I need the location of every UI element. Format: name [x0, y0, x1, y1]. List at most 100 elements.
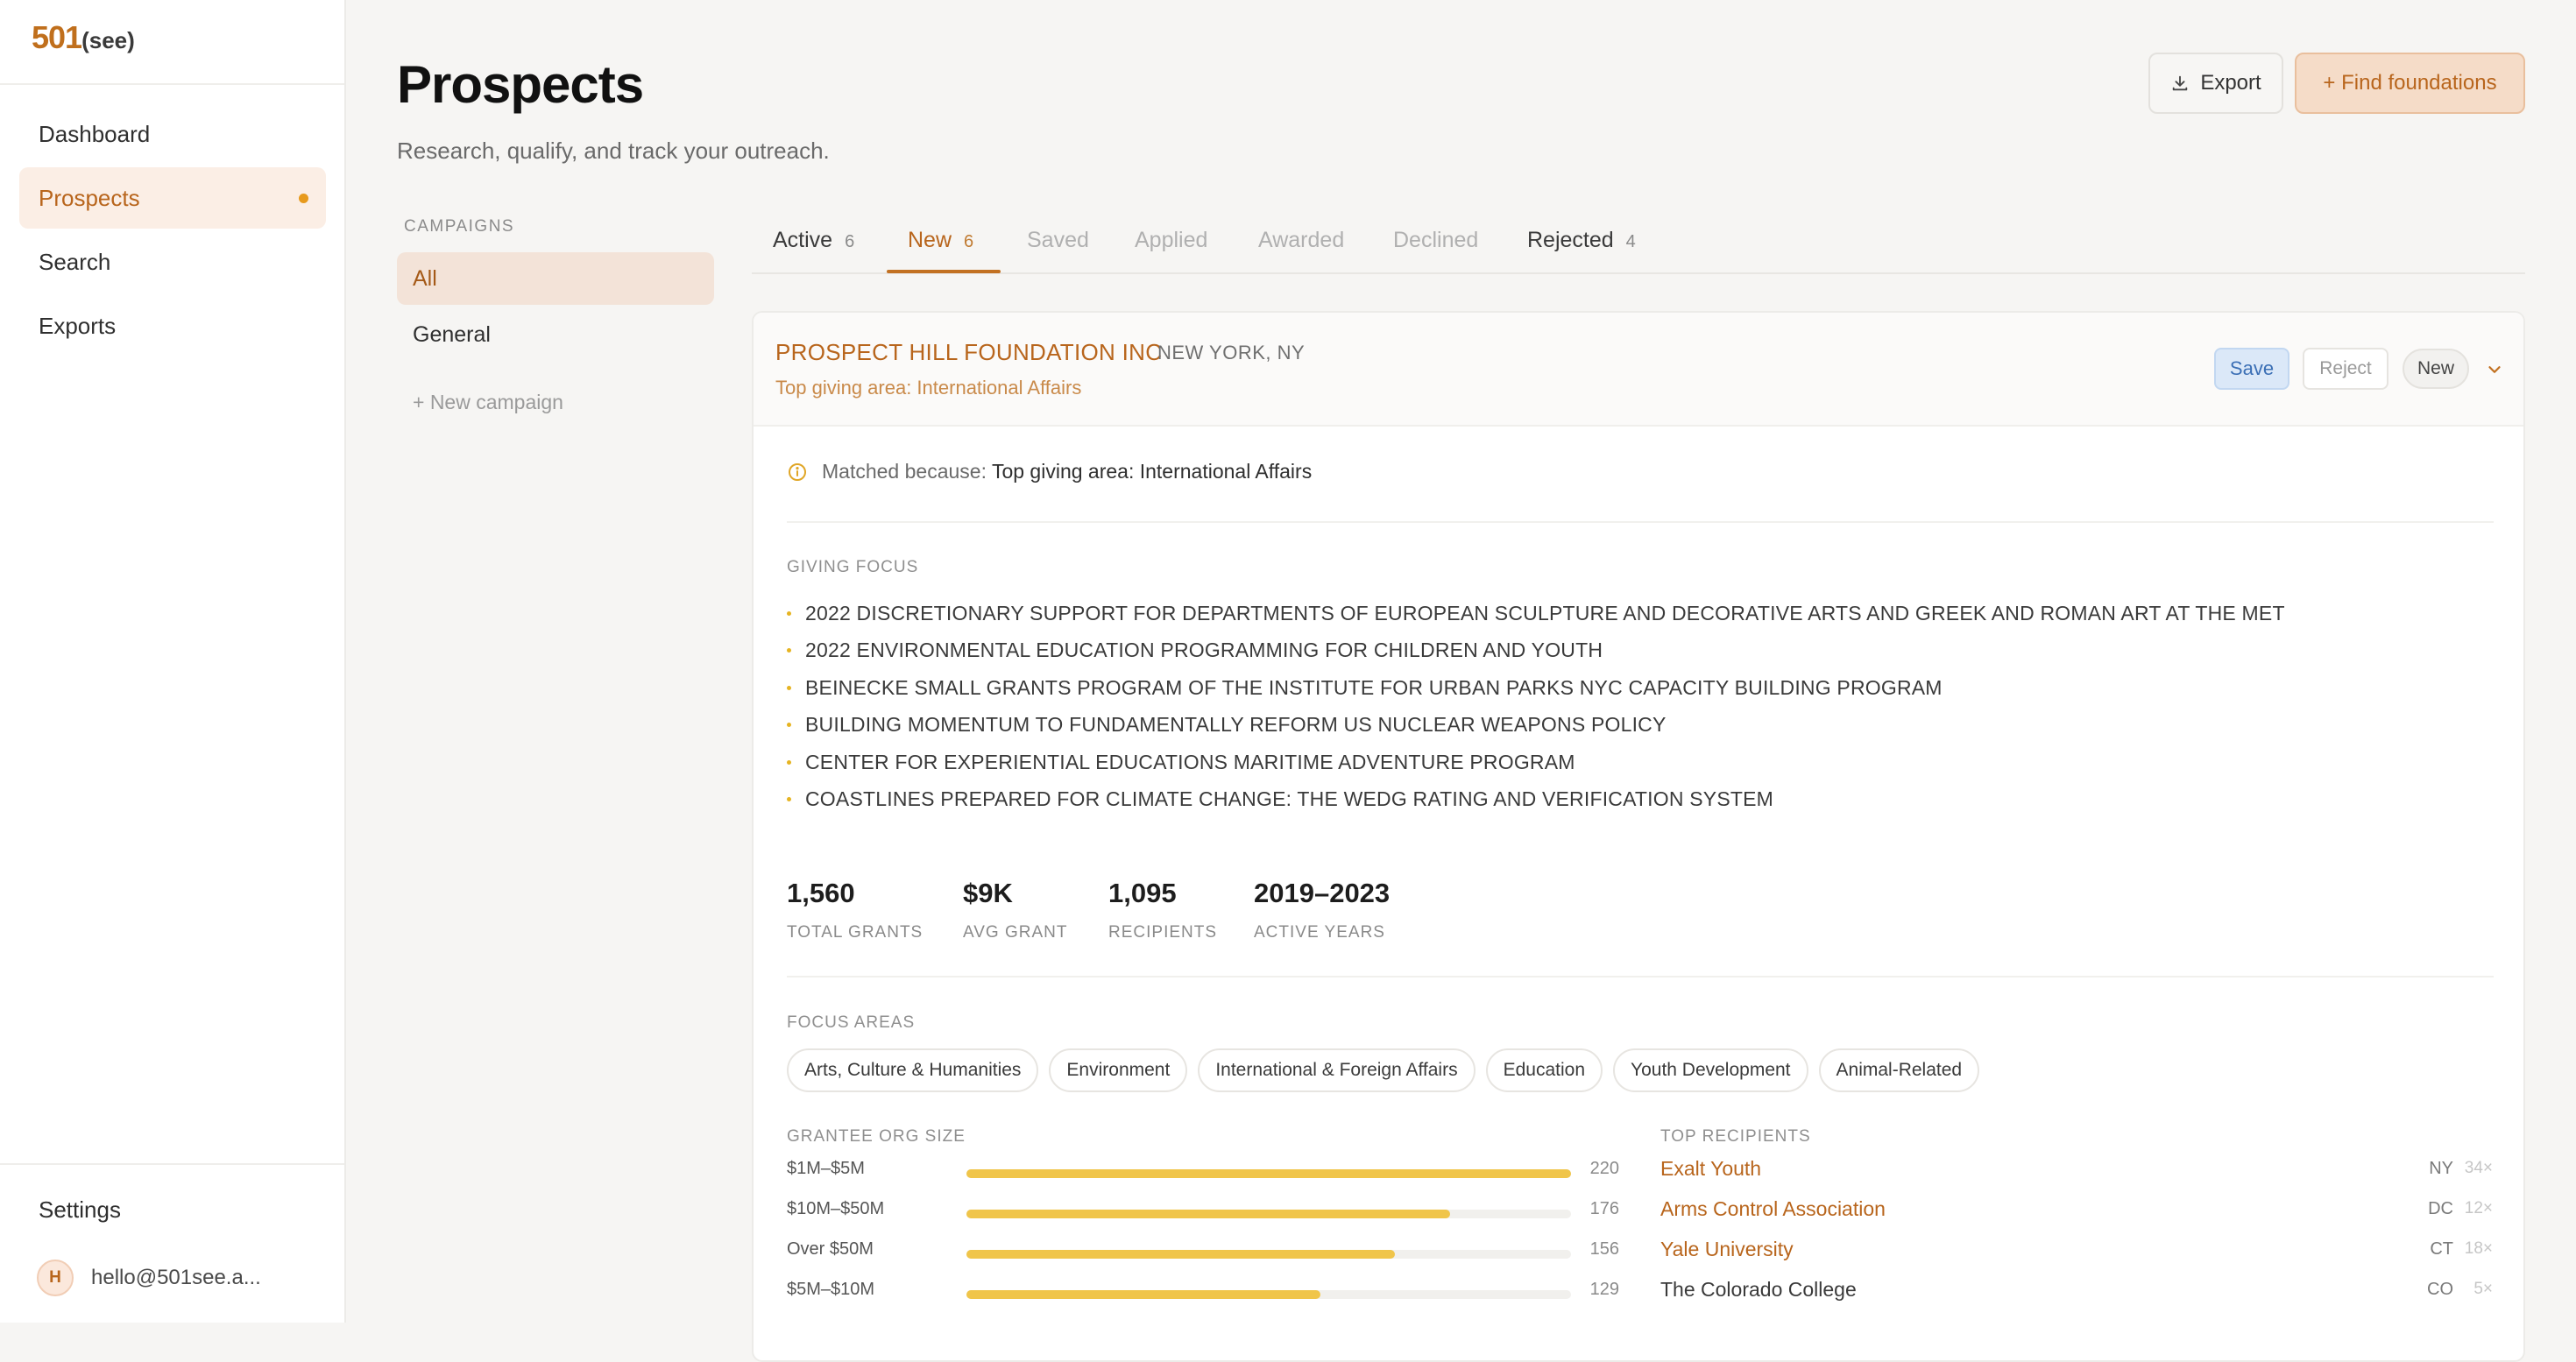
- grantee-size-bars: $1M–$5M 220 $10M–$50M 176 Over $50M 156 …: [787, 1154, 1619, 1315]
- active-tab-indicator: [887, 270, 1001, 273]
- recipient-link[interactable]: Exalt Youth: [1660, 1157, 1761, 1181]
- top-recipients-list: Exalt Youth NY 34× Arms Control Associat…: [1660, 1154, 2493, 1315]
- prospect-stats: 1,560 TOTAL GRANTS $9K AVG GRANT 1,095 R…: [787, 878, 1429, 942]
- campaign-item-general[interactable]: General: [397, 308, 714, 361]
- grantee-size-heading: GRANTEE ORG SIZE: [787, 1127, 966, 1146]
- size-bar-fill: [966, 1210, 1450, 1218]
- recipient-link[interactable]: Arms Control Association: [1660, 1197, 1886, 1221]
- user-email: hello@501see.a...: [91, 1266, 261, 1289]
- reject-button[interactable]: Reject: [2303, 348, 2388, 390]
- size-bar-row: $5M–$10M 129: [787, 1274, 1619, 1315]
- tab-label: Declined: [1393, 228, 1479, 252]
- recipient-state: CO: [2427, 1280, 2453, 1299]
- export-button[interactable]: Export: [2148, 53, 2283, 114]
- tab-count: 6: [964, 232, 974, 251]
- sidebar-item-search[interactable]: Search: [19, 231, 326, 293]
- prospect-card: PROSPECT HILL FOUNDATION INC NEW YORK, N…: [752, 311, 2525, 1362]
- tab-active[interactable]: Active 6: [773, 219, 854, 274]
- tab-applied[interactable]: Applied: [1135, 219, 1207, 274]
- list-item: COASTLINES PREPARED FOR CLIMATE CHANGE: …: [787, 781, 2285, 819]
- campaign-item-all[interactable]: All: [397, 252, 714, 305]
- sidebar-item-settings[interactable]: Settings: [39, 1196, 121, 1224]
- giving-focus-text: BUILDING MOMENTUM TO FUNDAMENTALLY REFOR…: [805, 713, 1667, 737]
- avatar: H: [37, 1260, 74, 1296]
- stat-label: RECIPIENTS: [1108, 923, 1218, 942]
- recipient-state: DC: [2428, 1199, 2453, 1218]
- tab-awarded[interactable]: Awarded: [1258, 219, 1344, 274]
- status-badge[interactable]: New: [2403, 349, 2469, 389]
- size-bar-fill: [966, 1169, 1571, 1178]
- tab-declined[interactable]: Declined: [1393, 219, 1478, 274]
- focus-area-chip[interactable]: Education: [1485, 1048, 1603, 1092]
- prospect-card-header[interactable]: PROSPECT HILL FOUNDATION INC NEW YORK, N…: [754, 313, 2523, 427]
- focus-area-chips: Arts, Culture & Humanities Environment I…: [787, 1048, 1990, 1092]
- giving-focus-text: 2022 DISCRETIONARY SUPPORT FOR DEPARTMEN…: [805, 601, 2285, 625]
- export-button-label: Export: [2200, 71, 2261, 95]
- save-button[interactable]: Save: [2214, 348, 2289, 390]
- app-logo[interactable]: 501(see): [32, 19, 135, 56]
- download-icon: [2173, 75, 2188, 91]
- sidebar-divider: [0, 1163, 344, 1165]
- giving-focus-text: BEINECKE SMALL GRANTS PROGRAM OF THE INS…: [805, 675, 1943, 699]
- size-bar-track: [966, 1210, 1571, 1218]
- tab-count: 6: [845, 232, 855, 251]
- prospect-name[interactable]: PROSPECT HILL FOUNDATION INC: [775, 339, 1162, 366]
- bullet-dot: [787, 648, 791, 653]
- recipient-grant-count: 12×: [2464, 1199, 2493, 1217]
- tab-rejected[interactable]: Rejected 4: [1527, 219, 1636, 274]
- focus-area-chip[interactable]: Youth Development: [1613, 1048, 1808, 1092]
- size-bar-label: $1M–$5M: [787, 1159, 865, 1178]
- tab-label: Saved: [1027, 228, 1089, 252]
- focus-area-chip[interactable]: Arts, Culture & Humanities: [787, 1048, 1039, 1092]
- section-divider: [787, 976, 2494, 977]
- size-bar-fill: [966, 1290, 1321, 1299]
- stat-value: 1,560: [787, 878, 855, 908]
- chevron-down-icon[interactable]: [2485, 360, 2504, 379]
- tab-saved[interactable]: Saved: [1027, 219, 1089, 274]
- new-campaign-button[interactable]: + New campaign: [413, 391, 563, 414]
- recipient-grant-count: 34×: [2464, 1159, 2493, 1177]
- match-reason-value: Top giving area: International Affairs: [991, 460, 1313, 483]
- sidebar-nav: Dashboard Prospects Search Exports: [19, 103, 326, 359]
- focus-areas-heading: FOCUS AREAS: [787, 1013, 916, 1032]
- size-bar-count: 129: [1589, 1280, 1619, 1299]
- stat-value: $9K: [963, 878, 1013, 908]
- sidebar-item-prospects[interactable]: Prospects: [19, 167, 326, 229]
- match-reason-label: Matched because:: [822, 460, 987, 483]
- recipient-state: CT: [2430, 1239, 2453, 1259]
- size-bar-row: $1M–$5M 220: [787, 1154, 1619, 1194]
- size-bar-count: 220: [1589, 1159, 1619, 1178]
- bullet-dot: [787, 759, 791, 765]
- stat-value: 2019–2023: [1254, 878, 1391, 908]
- focus-area-chip[interactable]: Animal-Related: [1818, 1048, 1980, 1092]
- top-recipients-heading: TOP RECIPIENTS: [1660, 1127, 1811, 1146]
- stat-total-grants: 1,560 TOTAL GRANTS: [787, 878, 963, 942]
- stat-value: 1,095: [1108, 878, 1177, 908]
- stat-label: TOTAL GRANTS: [787, 923, 924, 942]
- logo-suffix: (see): [81, 27, 135, 53]
- tab-new[interactable]: New 6: [908, 219, 973, 274]
- sidebar-item-dashboard[interactable]: Dashboard: [19, 103, 326, 165]
- list-item: CENTER FOR EXPERIENTIAL EDUCATIONS MARIT…: [787, 744, 2285, 781]
- recipient-link[interactable]: Yale University: [1660, 1238, 1794, 1261]
- stat-active-years: 2019–2023 ACTIVE YEARS: [1254, 878, 1429, 942]
- focus-area-chip[interactable]: Environment: [1049, 1048, 1188, 1092]
- active-dot-indicator: [299, 194, 308, 203]
- size-bar-row: $10M–$50M 176: [787, 1194, 1619, 1234]
- tab-count: 4: [1625, 232, 1636, 251]
- page-subtitle: Research, qualify, and track your outrea…: [397, 138, 830, 164]
- bullet-dot: [787, 610, 791, 616]
- recipient-name: The Colorado College: [1660, 1278, 1857, 1301]
- focus-area-chip[interactable]: International & Foreign Affairs: [1198, 1048, 1476, 1092]
- list-item: Exalt Youth NY 34×: [1660, 1154, 2493, 1194]
- tab-label: Rejected: [1527, 228, 1614, 252]
- sidebar-item-exports[interactable]: Exports: [19, 295, 326, 356]
- campaign-list: All General: [397, 252, 714, 364]
- stat-avg-grant: $9K AVG GRANT: [963, 878, 1108, 942]
- stat-label: AVG GRANT: [963, 923, 1068, 942]
- size-bar-fill: [966, 1250, 1396, 1259]
- find-foundations-button[interactable]: + Find foundations: [2295, 53, 2525, 114]
- bullet-dot: [787, 685, 791, 690]
- giving-focus-list: 2022 DISCRETIONARY SUPPORT FOR DEPARTMEN…: [787, 595, 2285, 818]
- user-account[interactable]: H hello@501see.a...: [37, 1260, 261, 1296]
